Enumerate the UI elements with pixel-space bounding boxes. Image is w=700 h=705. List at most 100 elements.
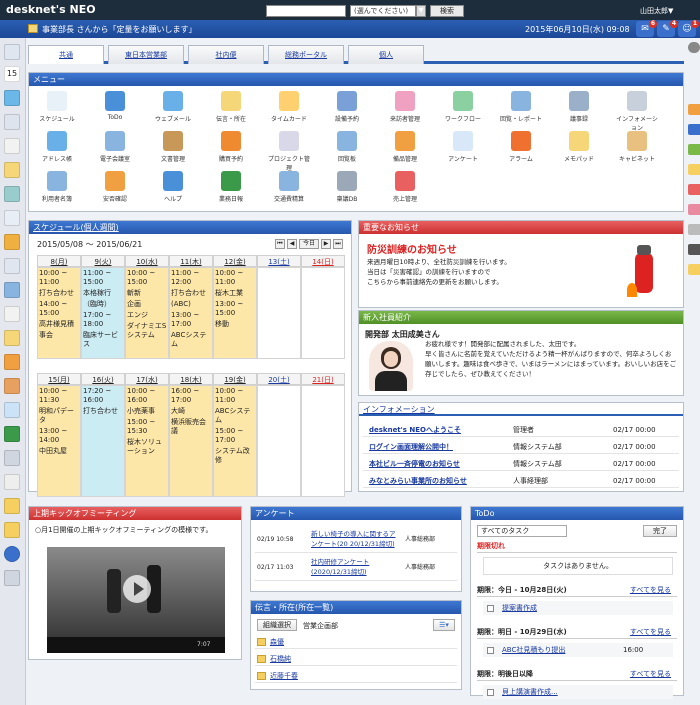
menu-item-16[interactable]: 回覧板 xyxy=(325,131,369,163)
schedule-event[interactable]: 大崎 xyxy=(171,407,211,416)
schedule-event[interactable]: 14:00 ~ 15:00 xyxy=(39,300,79,318)
timecard-icon[interactable] xyxy=(4,186,20,202)
information-header[interactable]: インフォメーション xyxy=(359,403,683,416)
schedule-event[interactable]: 打ち合わせ xyxy=(171,289,211,298)
day-header[interactable]: 8(月) xyxy=(37,255,81,267)
menu-item-13[interactable]: 文書管理 xyxy=(151,131,195,163)
color-tab-dark[interactable] xyxy=(688,244,700,255)
schedule-event[interactable]: 10:00 ~ 11:30 xyxy=(39,387,79,405)
complete-button[interactable]: 完了 xyxy=(643,525,677,537)
day-header[interactable]: 20(土) xyxy=(257,373,301,385)
menu-item-6[interactable]: 来訪者管理 xyxy=(383,91,427,123)
chevron-down-icon[interactable]: ▼ xyxy=(416,5,426,17)
schedule-event[interactable]: ABCシステム xyxy=(215,407,255,425)
storage-icon[interactable] xyxy=(4,450,20,466)
day-cell[interactable]: 10:00 ~ 11:30 明和パデータ 13:00 ~ 14:00 中田丸屋 xyxy=(37,385,81,497)
see-all-link[interactable]: すべてを見る xyxy=(630,585,671,595)
schedule-event[interactable]: システム改修 xyxy=(215,447,255,465)
color-tab-gray[interactable] xyxy=(688,224,700,235)
menu-item-21[interactable]: キャビネット xyxy=(615,131,659,163)
schedule-event[interactable]: （臨時） xyxy=(83,300,123,309)
schedule-event[interactable]: 明和パデータ xyxy=(39,407,79,425)
schedule-event[interactable]: 17:20 ~ 16:00 xyxy=(83,387,123,405)
see-all-link[interactable]: すべてを見る xyxy=(630,669,671,679)
info-row[interactable]: ログイン画面理解公開中！ 情報システム部 02/17 00:00 xyxy=(363,440,679,454)
schedule-event[interactable]: 企画 xyxy=(127,300,167,309)
menu-item-17[interactable]: 備品管理 xyxy=(383,131,427,163)
menu-item-11[interactable]: アドレス帳 xyxy=(35,131,79,163)
info-title[interactable]: desknet's NEOへようこそ xyxy=(369,423,461,437)
menu-item-1[interactable]: ToDo xyxy=(93,91,137,121)
person-name[interactable]: 森優 xyxy=(270,638,284,646)
menu-item-7[interactable]: ワークフロー xyxy=(441,91,485,123)
color-tab-red[interactable] xyxy=(688,184,700,195)
schedule-event[interactable]: ダイナミエSシステム xyxy=(127,322,167,340)
menu-item-5[interactable]: 設備予約 xyxy=(325,91,369,123)
menu-item-2[interactable]: ウェブメール xyxy=(151,91,195,123)
workflow-icon[interactable] xyxy=(4,258,20,274)
schedule-event[interactable]: 小売薬事 xyxy=(127,407,167,416)
menu-item-22[interactable]: 利用者名簿 xyxy=(35,171,79,203)
user-menu[interactable]: 山田太郎▼ xyxy=(640,6,673,16)
tab-east-sales[interactable]: 東日本営業部 xyxy=(108,45,184,64)
visitor-icon[interactable] xyxy=(4,234,20,250)
notice-line-3[interactable]: こちらから事前連絡先の更新をお願いします。 xyxy=(367,277,607,287)
calendar-icon[interactable]: 15 xyxy=(4,66,20,82)
color-tab-yellow[interactable] xyxy=(688,164,700,175)
menu-item-23[interactable]: 安否確認 xyxy=(93,171,137,203)
day-cell[interactable]: 11:00 ~ 15:00 本格稼行 （臨時） 17:00 ~ 18:00 臨床サービス xyxy=(81,267,125,359)
day-cell[interactable]: 17:20 ~ 16:00 打ち合わせ xyxy=(81,385,125,497)
day-header[interactable]: 12(金) xyxy=(213,255,257,267)
schedule-event[interactable]: 移動 xyxy=(215,320,255,329)
search-input[interactable] xyxy=(266,5,346,17)
schedule-event[interactable]: 16:00 ~ 17:00 xyxy=(171,387,211,405)
day-header[interactable]: 11(木) xyxy=(169,255,213,267)
list-menu-button[interactable]: ☰▾ xyxy=(433,619,455,631)
message-icon[interactable]: ✎ 4 xyxy=(657,20,678,37)
folder-icon[interactable] xyxy=(4,498,20,514)
task-filter-select[interactable]: すべてのタスク xyxy=(477,525,567,537)
menu-item-24[interactable]: ヘルプ xyxy=(151,171,195,203)
person-row[interactable]: 石橋純 xyxy=(255,652,457,666)
settings-icon[interactable] xyxy=(688,42,700,53)
info-title[interactable]: みなとみらい事業所のお知らせ xyxy=(369,474,467,488)
day-cell[interactable]: 16:00 ~ 17:00 大崎 横浜販売会議 xyxy=(169,385,213,497)
group-select-button[interactable]: 組織選択 xyxy=(257,619,297,631)
day-cell[interactable]: 10:00 ~ 15:00 斬新 企画 エンジ ダイナミエSシステム xyxy=(125,267,169,359)
menu-item-18[interactable]: アンケート xyxy=(441,131,485,163)
color-tab-green[interactable] xyxy=(688,144,700,155)
menu-item-12[interactable]: 電子会議室 xyxy=(93,131,137,163)
schedule-event[interactable]: 11:00 ~ 12:00 xyxy=(171,269,211,287)
info-row[interactable]: desknet's NEOへようこそ 管理者 02/17 00:00 xyxy=(363,423,679,437)
menu-item-28[interactable]: 売上管理 xyxy=(383,171,427,203)
todo-checkbox[interactable] xyxy=(487,688,494,696)
day-cell[interactable]: 10:00 ~ 11:00 ABCシステム 15:00 ~ 17:00 システム改修 xyxy=(213,385,257,497)
menu-item-25[interactable]: 業務日報 xyxy=(209,171,253,203)
survey-title[interactable]: 新しい椅子の導入に関するアンケート(20 20/12/31締切) xyxy=(311,529,401,549)
forum-icon[interactable] xyxy=(4,378,20,394)
schedule-event[interactable]: 11:00 ~ 15:00 xyxy=(83,269,123,287)
search-button[interactable]: 検索 xyxy=(430,5,464,17)
day-cell[interactable]: 11:00 ~ 12:00 打ち合わせ (ABC) 13:00 ~ 17:00 ABCシ… xyxy=(169,267,213,359)
schedule-event[interactable]: 17:00 ~ 18:00 xyxy=(83,311,123,329)
schedule-event[interactable]: エンジ xyxy=(127,311,167,320)
day-cell[interactable] xyxy=(257,267,301,359)
color-tab-blue[interactable] xyxy=(688,124,700,135)
tab-internal-mail[interactable]: 社内便 xyxy=(188,45,264,64)
day-cell[interactable] xyxy=(257,385,301,497)
pencil-icon[interactable] xyxy=(688,264,700,275)
menu-item-4[interactable]: タイムカード xyxy=(267,91,311,123)
info-row[interactable]: みなとみらい事業所のお知らせ 人事経理部 02/17 00:00 xyxy=(363,474,679,488)
schedule-event[interactable]: 臨床サービス xyxy=(83,331,123,349)
person-name[interactable]: 石橋純 xyxy=(270,655,291,663)
play-icon[interactable] xyxy=(123,575,151,603)
minutes-icon[interactable] xyxy=(4,306,20,322)
todo-item[interactable]: 提案書作成 xyxy=(483,601,673,615)
day-cell[interactable]: 10:00 ~ 16:00 小売薬事 15:00 ~ 15:30 桜木ソリューション xyxy=(125,385,169,497)
person-row[interactable]: 森優 xyxy=(255,635,457,649)
day-header[interactable]: 15(月) xyxy=(37,373,81,385)
search-scope-select[interactable]: (選んでください) xyxy=(350,5,416,17)
todo-item[interactable]: ABC社見積もり提出 16:00 xyxy=(483,643,673,657)
menu-item-10[interactable]: インフォメーション xyxy=(615,91,659,132)
day-cell[interactable]: 10:00 ~ 11:00 打ち合わせ 14:00 ~ 15:00 高井様見積 事会 xyxy=(37,267,81,359)
